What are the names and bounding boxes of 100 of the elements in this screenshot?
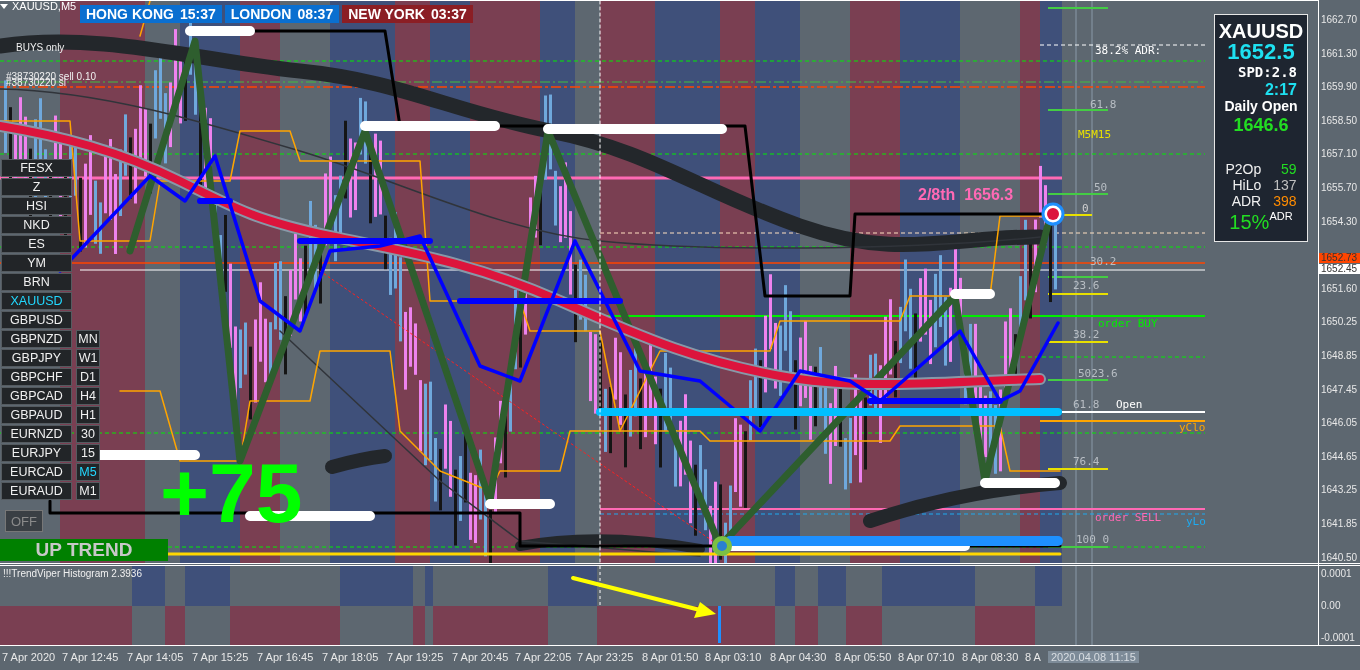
session-city: LONDON: [230, 6, 292, 22]
histogram-bar: [818, 566, 846, 606]
session-city: NEW YORK: [348, 6, 425, 22]
timeframe-button[interactable]: H1: [76, 406, 100, 424]
timeframe-button[interactable]: 30: [76, 425, 100, 443]
price-tick: 1648.85: [1321, 350, 1358, 361]
symbol-button[interactable]: GBPCHF: [1, 368, 72, 386]
histogram-bar: [795, 606, 818, 645]
panel-daily-open: 1646.6: [1233, 115, 1289, 135]
price-level-line: [1047, 276, 1109, 278]
price-tick: 1646.05: [1321, 417, 1358, 429]
level-label: 61.8: [1073, 399, 1100, 411]
price-tick: 1662.70: [1321, 14, 1358, 25]
time-tick: 8 A: [1025, 651, 1041, 663]
price-marker: 1652.73: [1319, 253, 1360, 263]
time-tick: 7 Apr 22:05: [515, 651, 572, 663]
time-tick: 8 Apr 01:50: [642, 651, 699, 663]
price-level-line: [1047, 7, 1109, 9]
trend-banner: UP TREND: [0, 539, 168, 561]
level-label: 38.2% ADR:: [1095, 45, 1162, 57]
symbol-button[interactable]: EURAUD: [1, 482, 72, 500]
timeframe-button[interactable]: D1: [76, 368, 100, 386]
time-tick: 7 Apr 18:05: [322, 651, 379, 663]
symbol-button[interactable]: EURJPY: [1, 444, 72, 462]
symbol-button[interactable]: FESX: [1, 159, 72, 177]
level-label: yLo: [1186, 516, 1206, 528]
panel-timer: 2:17: [1264, 81, 1297, 98]
price-level-line: [1047, 293, 1109, 295]
time-tick: 8 Apr 08:30: [962, 651, 1019, 663]
level-label: order BUY: [1098, 318, 1158, 330]
level-label: 0: [1082, 203, 1089, 215]
timeframe-button[interactable]: 15: [76, 444, 100, 462]
stat-label: ADR: [1230, 193, 1262, 209]
time-tick: 7 Apr 2020: [2, 651, 56, 663]
time-tick: 8 Apr 04:30: [770, 651, 827, 663]
adr-percent: 15%: [1229, 211, 1270, 233]
symbol-button[interactable]: GBPAUD: [1, 406, 72, 424]
symbol-button[interactable]: BRN: [1, 273, 72, 291]
symbol-button[interactable]: GBPNZD: [1, 330, 72, 348]
symbol-button[interactable]: XAUUSD: [1, 292, 72, 310]
dropdown-icon[interactable]: [0, 3, 8, 9]
panel-symbol: XAUUSD: [1218, 21, 1304, 41]
time-tick: 7 Apr 15:25: [192, 651, 249, 663]
time-tick: 7 Apr 23:25: [577, 651, 634, 663]
price-tick: 1647.45: [1321, 383, 1358, 395]
timeframe-button[interactable]: M1: [76, 482, 100, 500]
trend-band-line: [325, 449, 392, 474]
symbol-button[interactable]: NKD: [1, 216, 72, 234]
symbol-button[interactable]: Z: [1, 178, 72, 196]
price-tick: 1658.50: [1321, 114, 1358, 126]
timeframe-button[interactable]: H4: [76, 387, 100, 405]
time-tick: 7 Apr 14:05: [127, 651, 184, 663]
adr-suffix: ADR: [1269, 211, 1293, 222]
panel-label: Daily Open: [1224, 98, 1298, 115]
level-label: 50: [1094, 182, 1108, 194]
price-level-line: [1047, 109, 1109, 111]
price-level-line: [1047, 379, 1109, 381]
price-tick: 1640.50: [1321, 551, 1358, 563]
level-label: 61.8: [1090, 99, 1117, 111]
chart-symbol-text: XAUUSD,M5: [12, 1, 77, 12]
symbol-button[interactable]: GBPUSD: [1, 311, 72, 329]
symbol-button[interactable]: GBPCAD: [1, 387, 72, 405]
symbol-button[interactable]: HSI: [1, 197, 72, 215]
time-tick: 8 Apr 03:10: [705, 651, 762, 663]
price-tick: 1641.85: [1321, 518, 1358, 529]
session-time: 15:37: [179, 6, 216, 22]
stat-value: 398: [1273, 193, 1297, 209]
time-tick: 8 Apr 07:10: [898, 651, 955, 663]
symbol-button[interactable]: ES: [1, 235, 72, 253]
indicator-title: !!!TrendViper Histogram 2.3936: [3, 568, 142, 579]
level-label: 100 0: [1076, 534, 1110, 546]
level-label: Open: [1116, 399, 1143, 411]
price-level-line: [1047, 193, 1109, 195]
time-tick: 7 Apr 12:45: [62, 651, 119, 663]
time-cursor-label: 2020.04.08 11:15: [1048, 651, 1139, 663]
symbol-button[interactable]: GBPJPY: [1, 349, 72, 367]
level-label: 23.6: [1073, 280, 1100, 292]
stat-label: HiLo: [1231, 177, 1262, 193]
session-time: 03:37: [430, 6, 467, 22]
symbol-button[interactable]: YM: [1, 254, 72, 272]
timeframe-button[interactable]: W1: [76, 349, 100, 367]
stat-value: 59: [1280, 161, 1297, 177]
timeframe-button[interactable]: MN: [76, 330, 100, 348]
indicator-tick: 0.00: [1321, 600, 1341, 611]
symbol-button[interactable]: EURNZD: [1, 425, 72, 443]
level-label: 76.4: [1073, 456, 1100, 468]
level-label: 38.2: [1073, 329, 1100, 341]
panel-spread: SPD:2.8: [1238, 63, 1297, 81]
indicator-tick: -0.0001: [1321, 632, 1355, 643]
panel-price: 1652.5: [1227, 41, 1295, 63]
symbol-button[interactable]: EURCAD: [1, 463, 72, 481]
price-tick: 1659.90: [1321, 81, 1358, 93]
price-level-line: [1047, 468, 1109, 470]
price-tick: 1654.30: [1321, 215, 1358, 227]
timeframe-button[interactable]: M5: [76, 463, 100, 481]
level-label: 5023.6: [1078, 368, 1118, 380]
stat-label: P2Op: [1225, 161, 1262, 177]
time-tick: 7 Apr 19:25: [387, 651, 444, 663]
time-tick: 7 Apr 20:45: [452, 651, 509, 663]
price-tick: 1651.60: [1321, 282, 1358, 294]
